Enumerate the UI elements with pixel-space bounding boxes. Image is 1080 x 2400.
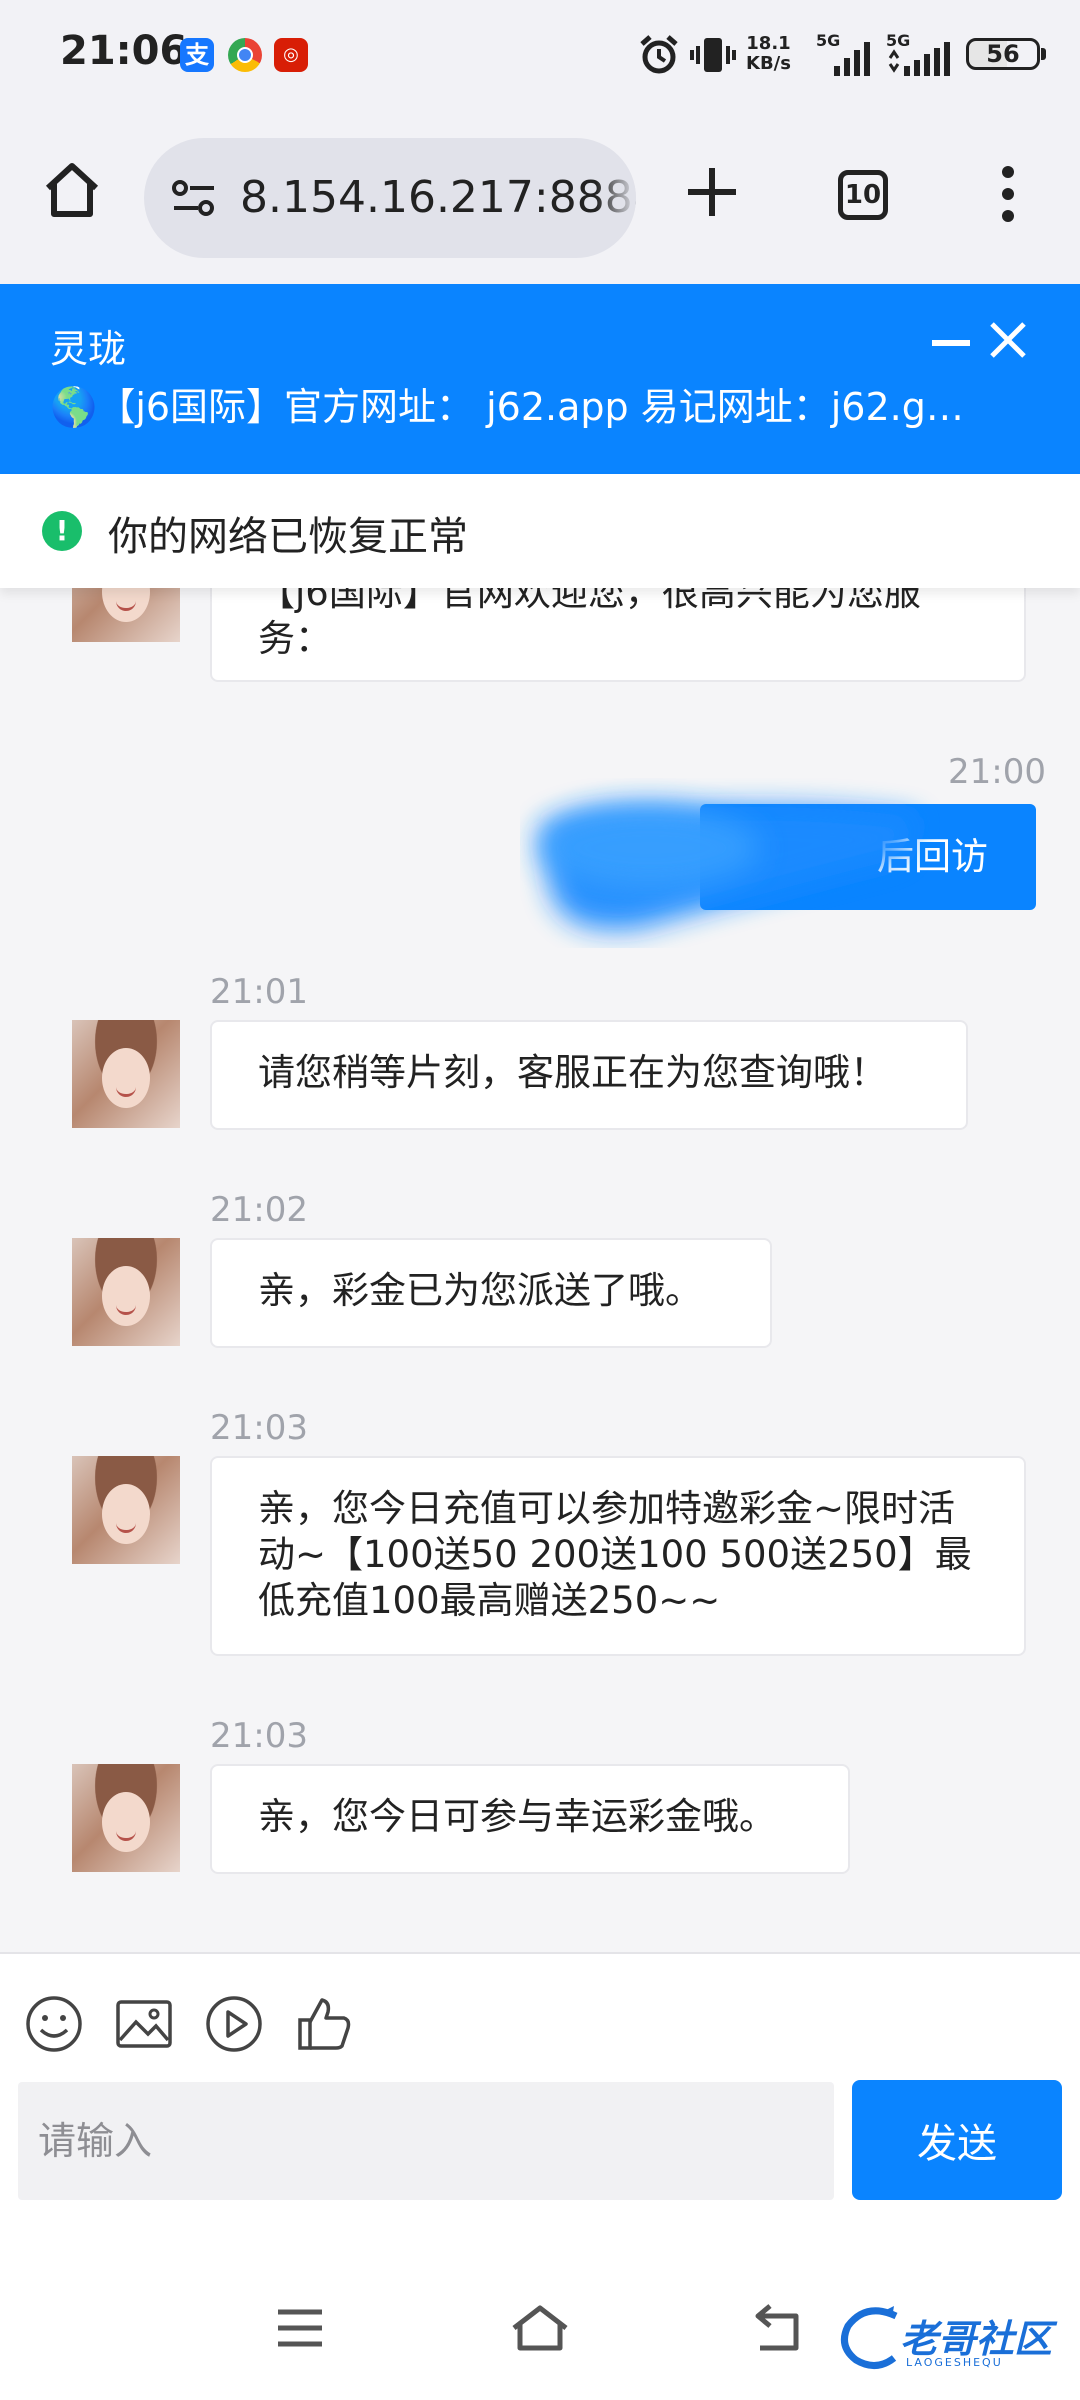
menu-icon[interactable] [268, 2300, 332, 2356]
status-indicators: 18.1 KB/s 5G 5G 56 [620, 30, 1080, 86]
browser-toolbar: 8.154.16.217:8888/ 10 [0, 118, 1080, 284]
watermark-subtext: LAOGESHEQU [906, 2356, 1003, 2369]
network-status-text: 你的网络已恢复正常 [108, 514, 468, 560]
status-time: 21:06 [60, 28, 188, 74]
chat-header: 灵珑 🌎【j6国际】官方网址： j62.app 易记网址：j62.g… [0, 284, 1080, 474]
close-icon[interactable] [988, 320, 1028, 360]
message-bubble: 亲，您今日可参与幸运彩金哦。 [210, 1764, 850, 1874]
signal-icon: 5G [816, 31, 870, 76]
message-time: 21:02 [210, 1190, 308, 1230]
agent-avatar [72, 1020, 180, 1128]
alipay-icon: 支 [180, 38, 214, 72]
more-menu-icon[interactable] [990, 164, 1026, 224]
status-bar: 21:06 支 ◎ 18.1 KB/s 5G 5G 56 [0, 0, 1080, 118]
agent-avatar [72, 1238, 180, 1346]
message-time: 21:03 [210, 1716, 308, 1756]
tab-switcher-button[interactable]: 10 [838, 170, 888, 220]
message-bubble: 【j6国际】官网欢迎您，很高兴能为您服务： [210, 588, 1026, 682]
new-tab-icon[interactable] [680, 160, 744, 224]
video-icon[interactable] [204, 1994, 264, 2054]
chat-messages[interactable]: 【j6国际】官网欢迎您，很高兴能为您服务： 21:00 后回访 21:01 请您… [0, 588, 1080, 1952]
message-bubble: 亲，您今日充值可以参加特邀彩金~限时活动~【100送50 200送100 500… [210, 1456, 1026, 1656]
message-time: 21:00 [948, 752, 1046, 792]
svg-text:5G: 5G [816, 31, 840, 50]
back-icon[interactable] [748, 2300, 812, 2356]
thumbs-up-icon[interactable] [294, 1994, 354, 2054]
minimize-icon[interactable] [932, 340, 970, 346]
image-icon[interactable] [114, 1994, 174, 2054]
home-icon[interactable] [40, 158, 104, 222]
agent-avatar [72, 1764, 180, 1872]
address-bar[interactable]: 8.154.16.217:8888/ [144, 138, 636, 258]
message-time: 21:03 [210, 1408, 308, 1448]
success-icon: ! [42, 511, 82, 551]
message-input[interactable] [18, 2082, 834, 2200]
emoji-icon[interactable] [24, 1994, 84, 2054]
signal-icon-2: 5G [886, 31, 950, 76]
alarm-icon [640, 35, 678, 74]
message-bubble: 亲，彩金已为您派送了哦。 [210, 1238, 772, 1348]
chrome-icon [228, 38, 262, 72]
my-message-bubble: 后回访 [700, 804, 1036, 910]
chat-title: 灵珑 [50, 327, 127, 371]
svg-text:5G: 5G [886, 31, 910, 50]
vibrate-icon [690, 38, 736, 72]
url-text[interactable]: 8.154.16.217:8888/ [240, 172, 636, 223]
home-icon[interactable] [508, 2300, 572, 2356]
send-button[interactable]: 发送 [852, 2080, 1062, 2200]
chat-notice: 🌎【j6国际】官方网址： j62.app 易记网址：j62.g… [50, 385, 964, 429]
network-speed: 18.1 KB/s [746, 33, 791, 74]
network-status-banner: ! 你的网络已恢复正常 [0, 474, 1080, 588]
message-bubble: 请您稍等片刻，客服正在为您查询哦！ [210, 1020, 968, 1130]
battery-indicator: 56 [966, 38, 1046, 70]
message-time: 21:01 [210, 972, 308, 1012]
watermark-text: 老哥社区 [900, 2317, 1053, 2361]
site-settings-icon[interactable] [170, 174, 218, 222]
watermark-logo: 老哥社区 LAOGESHEQU [836, 2300, 1066, 2380]
app-red-icon: ◎ [274, 38, 308, 72]
agent-avatar [72, 588, 180, 642]
dragon-logo-icon [840, 2306, 898, 2369]
message-composer: 发送 [0, 1952, 1080, 2254]
agent-avatar [72, 1456, 180, 1564]
